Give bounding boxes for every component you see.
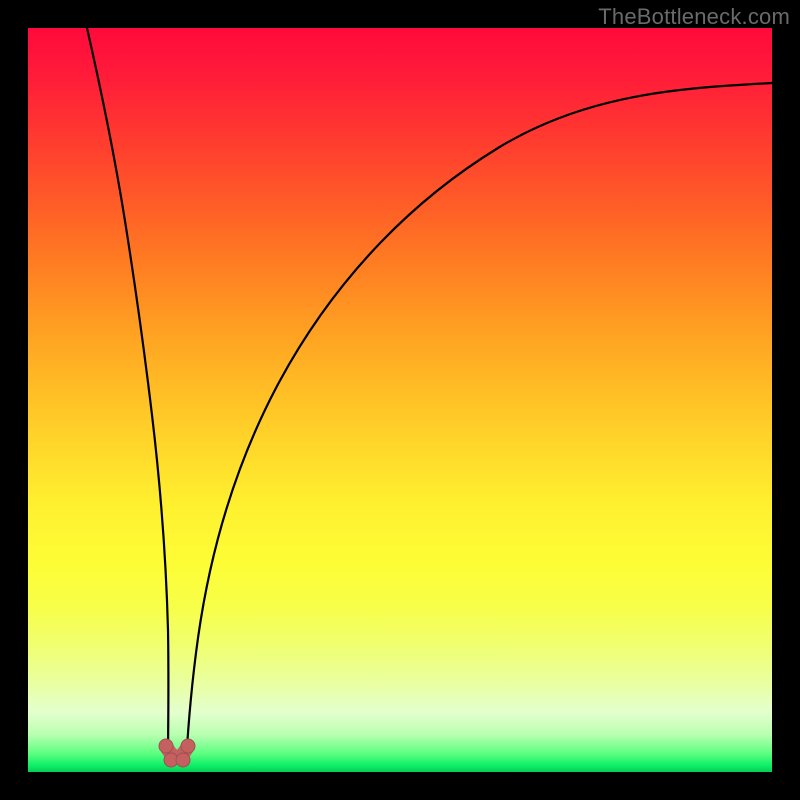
- left-curve: [87, 28, 168, 764]
- valley-dot-right-bottom: [176, 753, 190, 767]
- right-curve: [186, 83, 772, 764]
- valley-dot-right-top: [181, 739, 195, 753]
- watermark-text: TheBottleneck.com: [598, 4, 790, 30]
- valley-dot-left-top: [159, 739, 173, 753]
- plot-frame: [28, 28, 772, 772]
- curve-layer: [28, 28, 772, 772]
